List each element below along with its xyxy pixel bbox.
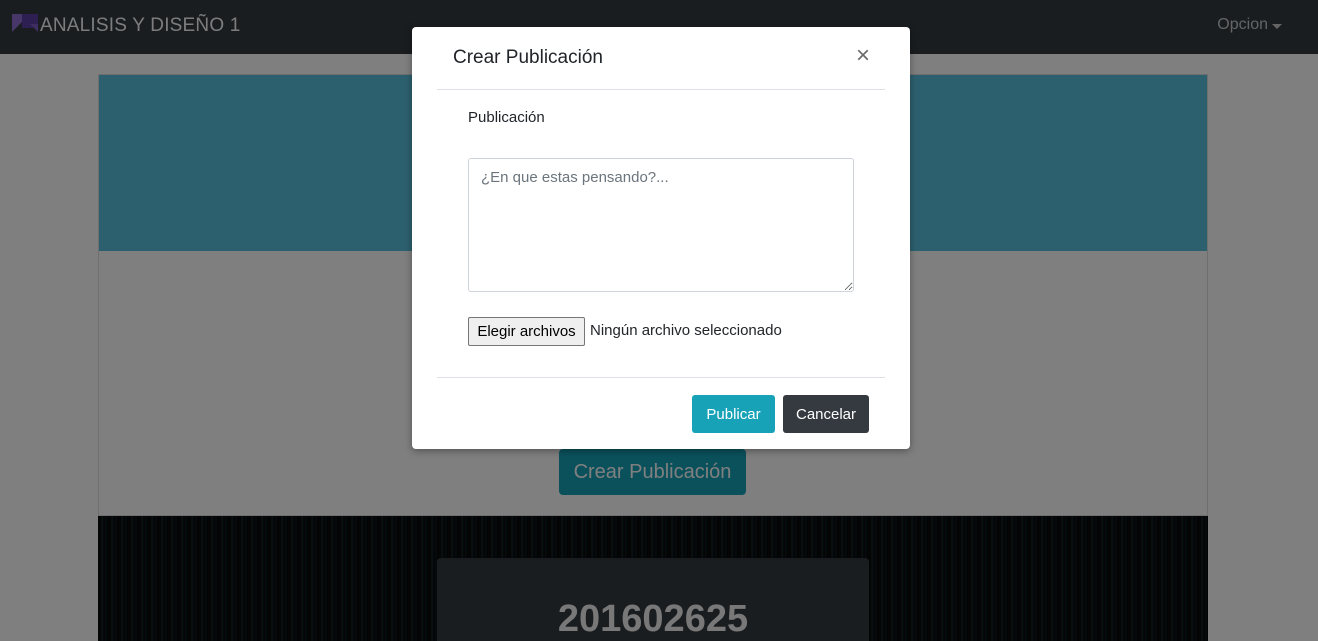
publish-button[interactable]: Publicar bbox=[692, 395, 775, 433]
modal-title: Crear Publicación bbox=[453, 47, 603, 68]
create-post-modal: Crear Publicación × Publicación Elegir a… bbox=[412, 27, 910, 449]
modal-footer-divider bbox=[437, 377, 885, 378]
cancel-button[interactable]: Cancelar bbox=[783, 395, 869, 433]
publication-label: Publicación bbox=[468, 109, 545, 126]
modal-header-divider bbox=[437, 89, 885, 90]
page: ANALISIS Y DISEÑO 1 Opcion Crear Publica… bbox=[0, 0, 1318, 641]
publication-textarea[interactable] bbox=[468, 158, 854, 292]
file-status-text: Ningún archivo seleccionado bbox=[590, 322, 782, 339]
close-icon[interactable]: × bbox=[856, 44, 870, 68]
choose-files-button[interactable]: Elegir archivos bbox=[468, 317, 585, 346]
